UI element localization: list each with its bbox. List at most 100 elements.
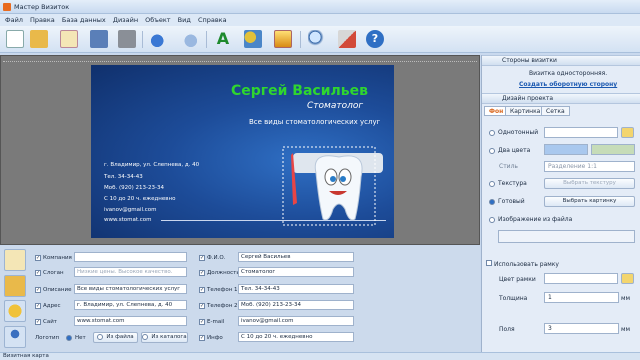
templates-icon[interactable] — [60, 30, 78, 48]
company-checkbox[interactable]: ✓ — [35, 254, 41, 261]
card-website[interactable]: www.stomat.com — [104, 217, 152, 223]
database-icon[interactable] — [4, 275, 26, 297]
image-from-file-radio[interactable]: Изображение из файла — [489, 216, 572, 223]
description-checkbox[interactable]: ✓ — [35, 286, 41, 293]
ready-radio[interactable]: Готовый — [489, 198, 525, 205]
logo-none-radio[interactable]: Нет — [66, 332, 86, 343]
choose-texture-button[interactable]: Выбрать текстуру — [544, 178, 635, 189]
edit-card-icon[interactable] — [4, 249, 26, 271]
email-checkbox[interactable]: ✓ — [199, 318, 205, 325]
color1-swatch[interactable] — [544, 144, 588, 155]
slogan-input[interactable]: Низкие цены. Высокое качество. — [74, 267, 187, 277]
menu-help[interactable]: Справка — [198, 14, 227, 26]
undo-icon[interactable] — [150, 30, 168, 48]
clock-icon[interactable] — [4, 300, 26, 322]
menu-file[interactable]: Файл — [5, 14, 23, 26]
field-description-label[interactable]: ✓ Описание — [35, 284, 71, 295]
position-input[interactable]: Стоматолог — [238, 267, 354, 277]
open-folder-icon[interactable] — [30, 30, 48, 48]
shapes-icon[interactable] — [244, 30, 262, 48]
new-file-icon[interactable] — [6, 30, 24, 48]
logo-from-file-radio[interactable]: Из файла — [93, 332, 138, 343]
save-icon[interactable] — [90, 30, 108, 48]
margins-unit: мм — [621, 326, 631, 333]
menu-object[interactable]: Объект — [145, 14, 170, 26]
slogan-checkbox[interactable]: ✓ — [35, 269, 41, 276]
address-checkbox[interactable]: ✓ — [35, 302, 41, 309]
style-select[interactable]: Разделение 1:1 — [544, 161, 635, 172]
user-icon[interactable] — [4, 326, 26, 348]
ruler — [3, 58, 477, 62]
tab-grid[interactable]: Сетка — [541, 106, 570, 116]
tab-picture[interactable]: Картинка — [505, 106, 546, 116]
window-title: Мастер Визиток — [14, 3, 70, 11]
website-checkbox[interactable]: ✓ — [35, 318, 41, 325]
redo-icon[interactable] — [180, 30, 198, 48]
menu-view[interactable]: Вид — [178, 14, 191, 26]
thickness-input[interactable]: 1 — [544, 292, 619, 303]
logo-from-catalog-radio[interactable]: Из каталога — [141, 332, 188, 343]
card-services[interactable]: Все виды стоматологических услуг — [249, 118, 380, 126]
field-phone2-label[interactable]: ✓ Телефон 2 — [199, 300, 238, 311]
eyedropper-icon[interactable] — [621, 127, 634, 138]
card-hours[interactable]: С 10 до 20 ч. ежедневно — [104, 196, 175, 202]
description-input[interactable]: Все виды стоматологических услуг — [74, 284, 187, 294]
create-back-side-link[interactable]: Создать оборотную сторону — [519, 81, 617, 88]
design-header[interactable]: Дизайн проекта — [482, 93, 640, 104]
field-fullname-label[interactable]: ✓ Ф.И.О. — [199, 252, 225, 263]
help-icon[interactable]: ? — [366, 30, 384, 48]
zoom-icon[interactable] — [308, 30, 326, 48]
logo-label: Логотип — [35, 334, 60, 341]
field-address-label[interactable]: ✓ Адрес — [35, 300, 60, 311]
sides-header[interactable]: Стороны визитки — [482, 55, 640, 66]
solid-radio[interactable]: Однотонный — [489, 129, 538, 136]
use-frame-checkbox[interactable]: Использовать рамку — [486, 260, 559, 268]
card-profession[interactable]: Стоматолог — [307, 101, 363, 111]
menu-edit[interactable]: Правка — [30, 14, 55, 26]
card-email[interactable]: ivanov@gmail.com — [104, 207, 157, 213]
address-input[interactable]: г. Владимир, ул. Слепнева, д. 40 — [74, 300, 187, 310]
field-slogan-label[interactable]: ✓ Слоган — [35, 267, 64, 278]
company-input[interactable] — [74, 252, 187, 262]
phone1-input[interactable]: Тел. 34-34-43 — [238, 284, 354, 294]
home-icon[interactable] — [338, 30, 356, 48]
business-card[interactable]: Сергей Васильев Стоматолог Все виды стом… — [91, 65, 394, 238]
card-address[interactable]: г. Владимир, ул. Слепнева, д. 40 — [104, 162, 199, 168]
field-phone1-label[interactable]: ✓ Телефон 1 — [199, 284, 238, 295]
fullname-checkbox[interactable]: ✓ — [199, 254, 205, 261]
tooth-logo-image[interactable] — [281, 143, 393, 233]
field-email-label[interactable]: ✓ E-mail — [199, 316, 224, 327]
image-file-path[interactable] — [498, 230, 635, 243]
choose-picture-button[interactable]: Выбрать картинку — [544, 196, 635, 207]
phone1-checkbox[interactable]: ✓ — [199, 286, 205, 293]
card-phone[interactable]: Тел. 34-34-43 — [104, 174, 143, 180]
two-colors-radio[interactable]: Два цвета — [489, 147, 530, 154]
color2-swatch[interactable] — [591, 144, 635, 155]
frame-color-swatch[interactable] — [544, 273, 618, 284]
print-icon[interactable] — [118, 30, 136, 48]
menu-database[interactable]: База данных — [62, 14, 106, 26]
text-tool-icon[interactable]: A — [214, 30, 232, 48]
field-website-label[interactable]: ✓ Сайт — [35, 316, 57, 327]
title-bar: Мастер Визиток — [0, 0, 640, 14]
phone2-input[interactable]: Моб. (920) 213-23-34 — [238, 300, 354, 310]
field-company-label[interactable]: ✓ Компания — [35, 252, 72, 263]
solid-color-swatch[interactable] — [544, 127, 618, 138]
fullname-input[interactable]: Сергей Васильев — [238, 252, 354, 262]
phone2-checkbox[interactable]: ✓ — [199, 302, 205, 309]
position-checkbox[interactable]: ✓ — [199, 269, 205, 276]
info-checkbox[interactable]: ✓ — [199, 334, 205, 341]
image-icon[interactable] — [274, 30, 292, 48]
frame-eyedropper-icon[interactable] — [621, 273, 634, 284]
website-input[interactable]: www.stomat.com — [74, 316, 187, 326]
field-position-label[interactable]: ✓ Должность — [199, 267, 240, 278]
app-icon — [3, 3, 11, 11]
menu-design[interactable]: Дизайн — [113, 14, 138, 26]
texture-radio[interactable]: Текстура — [489, 180, 527, 187]
field-info-label[interactable]: ✓ Инфо — [199, 332, 223, 343]
card-name[interactable]: Сергей Васильев — [231, 83, 368, 99]
info-input[interactable]: С 10 до 20 ч. ежедневно — [238, 332, 354, 342]
card-mobile[interactable]: Моб. (920) 213-23-34 — [104, 185, 164, 191]
margins-input[interactable]: 3 — [544, 323, 619, 334]
email-input[interactable]: ivanov@gmail.com — [238, 316, 354, 326]
